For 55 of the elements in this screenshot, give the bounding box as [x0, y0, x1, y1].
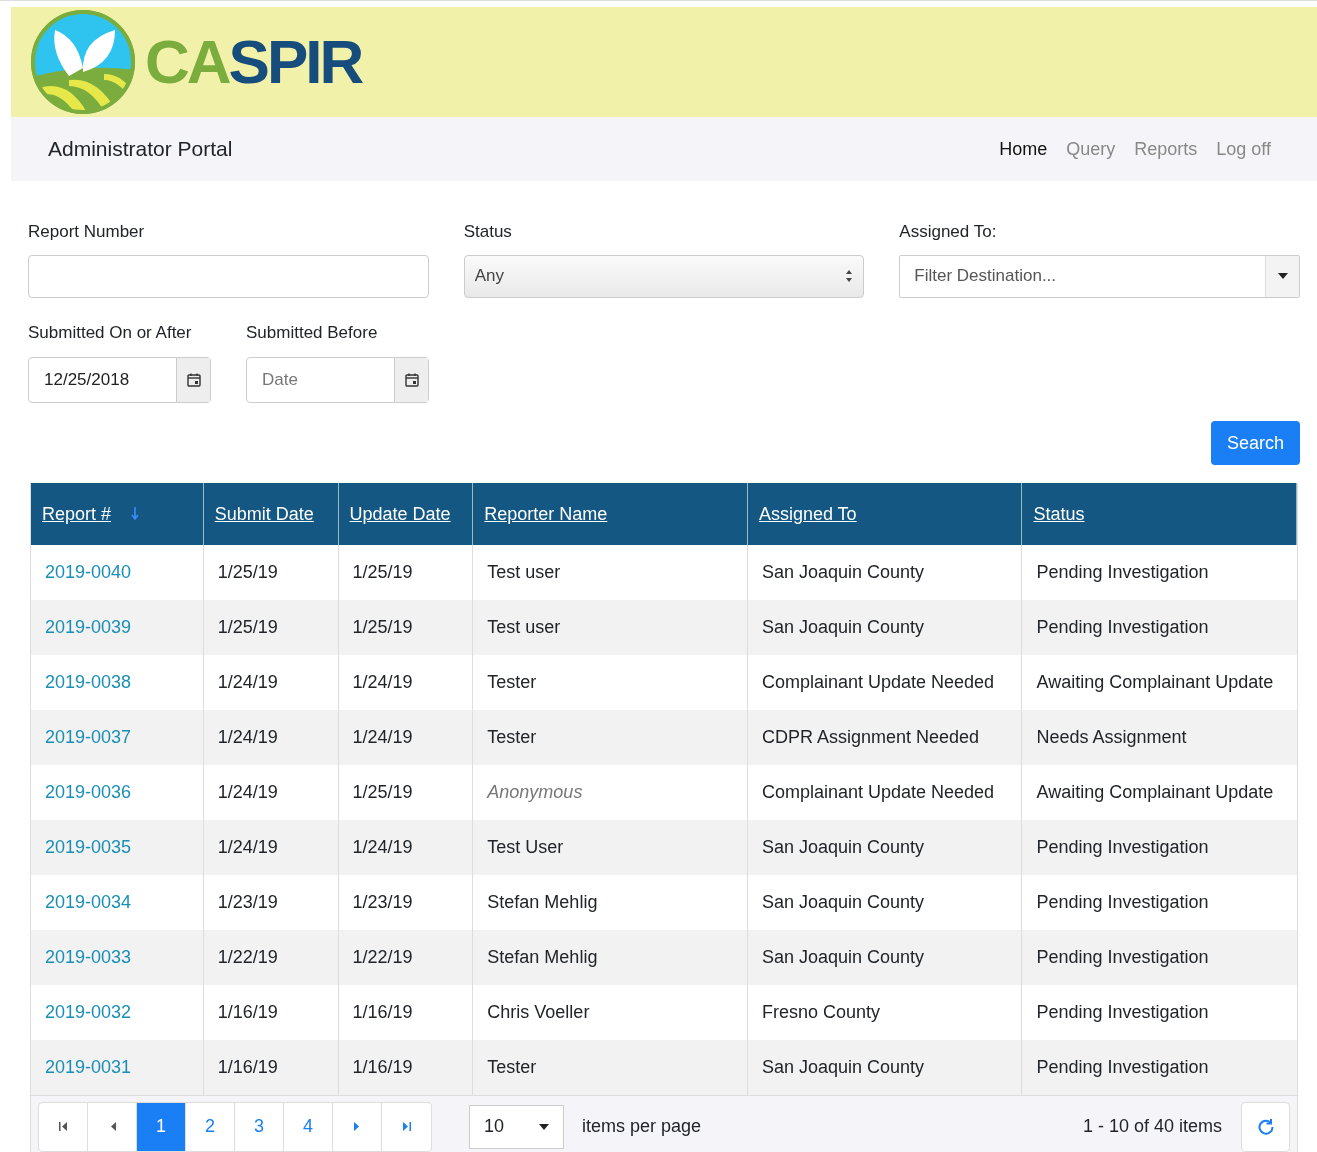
table-cell-text: Pending Investigation	[1035, 946, 1210, 969]
report-link[interactable]: 2019-0032	[45, 999, 132, 1026]
first-page-icon	[58, 1122, 68, 1131]
logo-text: CASPIR	[145, 31, 362, 93]
nav-link[interactable]: Log off	[1216, 135, 1271, 163]
table-cell-text: Needs Assignment	[1035, 726, 1188, 749]
logo-icon	[29, 8, 137, 116]
report-link[interactable]: 2019-0039	[45, 614, 132, 641]
report-link[interactable]: 2019-0040	[45, 559, 132, 586]
page-button[interactable]: 4	[284, 1102, 333, 1151]
status-select[interactable]: Any	[463, 254, 865, 298]
page-button[interactable]: 3	[235, 1102, 284, 1151]
table-cell-text: Pending Investigation	[1035, 891, 1210, 914]
report-link[interactable]: 2019-0031	[45, 1054, 132, 1081]
calendar-icon	[185, 372, 202, 388]
calendar-icon	[403, 372, 420, 388]
refresh-button[interactable]	[1241, 1101, 1290, 1152]
caret-icon	[539, 1123, 549, 1130]
page-size-label: items per page	[582, 1115, 702, 1138]
date-field[interactable]: 12/25/2018	[28, 357, 211, 403]
nav-link[interactable]: Reports	[1134, 135, 1198, 163]
page-button[interactable]: 2	[186, 1102, 235, 1151]
table-cell-text: Pending Investigation	[1035, 1056, 1210, 1079]
assigned-to-select[interactable]: Filter Destination...	[899, 254, 1300, 298]
report-link[interactable]: 2019-0033	[45, 944, 132, 971]
table-cell-text: Awaiting Complainant Update	[1035, 781, 1275, 804]
nav-link[interactable]: Home	[999, 135, 1048, 163]
date-field[interactable]: Date	[246, 357, 429, 403]
field-label: Assigned To:	[899, 221, 998, 243]
report-link[interactable]: 2019-0036	[45, 779, 132, 806]
field-label: Status	[463, 221, 513, 243]
search-button[interactable]: Search	[1211, 421, 1300, 465]
field-label: Submitted Before	[246, 321, 379, 344]
report-link[interactable]: 2019-0034	[45, 889, 132, 916]
table-cell-text: Pending Investigation	[1035, 561, 1210, 584]
pager-summary: 1 - 10 of 40 items	[1082, 1115, 1222, 1138]
last-page-icon	[402, 1122, 411, 1131]
field-label: Submitted On or After	[28, 321, 193, 344]
report-link[interactable]: 2019-0035	[45, 834, 132, 861]
page-button[interactable]: 1	[137, 1102, 186, 1151]
field-label: Report Number	[28, 221, 146, 243]
nav-link[interactable]: Query	[1066, 135, 1116, 163]
updown-icon	[845, 269, 854, 283]
report-link[interactable]: 2019-0037	[45, 724, 132, 751]
table-cell-text: Awaiting Complainant Update	[1035, 671, 1275, 694]
table-cell-text: Pending Investigation	[1035, 616, 1210, 639]
refresh-icon	[1256, 1117, 1275, 1136]
page-size-select[interactable]: 10	[469, 1104, 564, 1149]
report-link[interactable]: 2019-0038	[45, 669, 132, 696]
caret-icon	[1277, 273, 1288, 279]
next-icon	[352, 1122, 362, 1131]
portal-title: Administrator Portal	[48, 136, 233, 163]
table-cell-text: Pending Investigation	[1035, 836, 1210, 859]
table-cell-text: Pending Investigation	[1035, 1001, 1210, 1024]
report-number-field[interactable]	[28, 254, 429, 298]
